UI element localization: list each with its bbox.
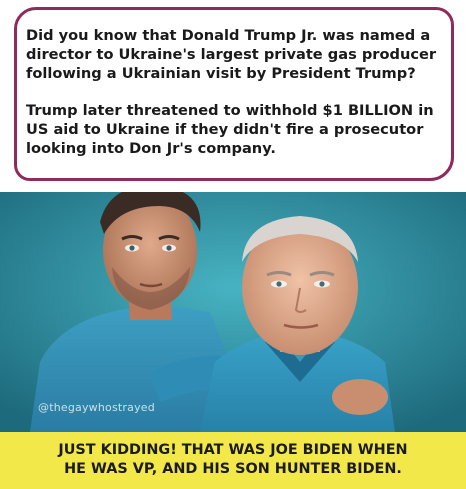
paragraph-2-line-2: US aid to Ukraine if they didn't fire a …: [26, 121, 424, 138]
hand: [332, 379, 388, 415]
right-man-pupil-right: [319, 281, 325, 287]
paragraph-2: Trump later threatened to withhold $1 BI…: [26, 101, 446, 158]
right-man-pupil-left: [276, 281, 282, 287]
meme-image: Did you know that Donald Trump Jr. was n…: [0, 0, 466, 489]
photo: @thegaywhostrayed: [0, 192, 466, 432]
paragraph-1-line-2: director to Ukraine's largest private ga…: [26, 46, 437, 63]
paragraph-2-line-1: Trump later threatened to withhold $1 BI…: [26, 102, 434, 119]
left-man-pupil-right: [166, 245, 172, 251]
watermark: @thegaywhostrayed: [38, 401, 155, 414]
photo-illustration: [0, 192, 466, 432]
paragraph-1: Did you know that Donald Trump Jr. was n…: [26, 26, 446, 83]
paragraph-1-line-1: Did you know that Donald Trump Jr. was n…: [26, 27, 431, 44]
text-panel: Did you know that Donald Trump Jr. was n…: [0, 0, 466, 200]
caption-line-2: HE WAS VP, AND HIS SON HUNTER BIDEN.: [64, 461, 402, 477]
paragraph-1-line-3: following a Ukrainian visit by President…: [26, 65, 416, 82]
bubble-text: Did you know that Donald Trump Jr. was n…: [26, 26, 446, 158]
caption-bar: JUST KIDDING! THAT WAS JOE BIDEN WHEN HE…: [0, 432, 466, 489]
caption-line-1: JUST KIDDING! THAT WAS JOE BIDEN WHEN: [58, 442, 408, 458]
left-man-pupil-left: [129, 245, 135, 251]
paragraph-2-line-3: looking into Don Jr's company.: [26, 140, 276, 157]
